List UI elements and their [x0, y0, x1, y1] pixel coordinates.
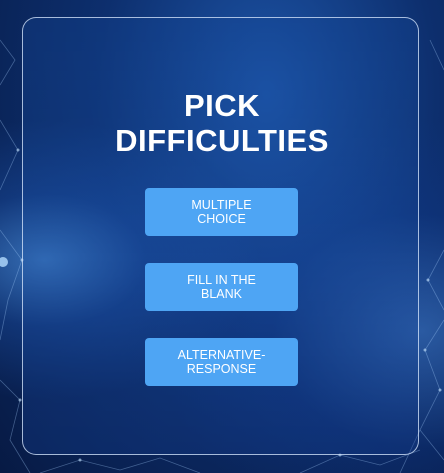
- title-line-1: PICK: [183, 88, 261, 123]
- multiple-choice-button[interactable]: MULTIPLE CHOICE: [145, 188, 298, 236]
- difficulty-panel: [22, 17, 419, 455]
- title-line-2: DIFFICULTIES: [115, 123, 329, 158]
- alternative-response-button[interactable]: ALTERNATIVE-RESPONSE: [145, 338, 298, 386]
- page-title: PICK DIFFICULTIES: [0, 88, 444, 158]
- fill-in-the-blank-button[interactable]: FILL IN THE BLANK: [145, 263, 298, 311]
